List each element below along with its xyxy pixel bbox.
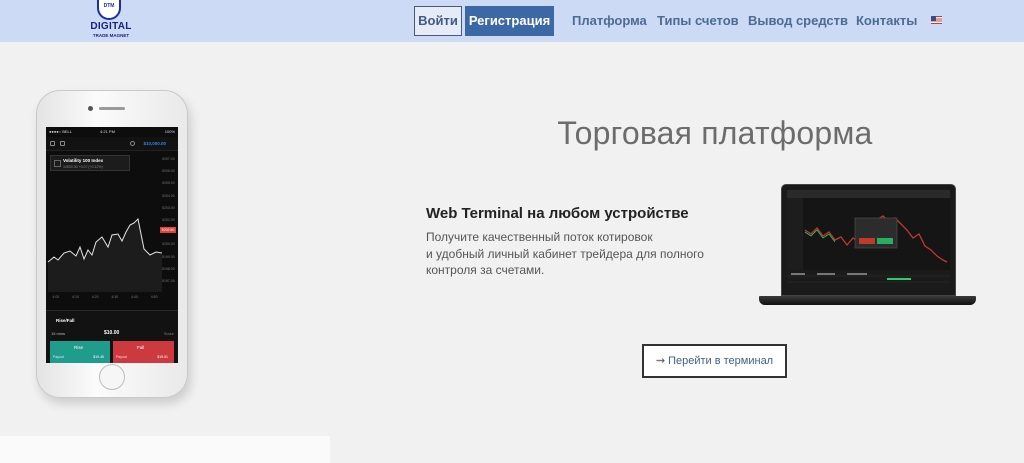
time-axis: 4:00 4:10 4:20 4:30 4:40 4:50 [46, 295, 164, 299]
fall-button: Fall Payout $19.51 [113, 341, 174, 363]
price-tick: 5206.00 [162, 169, 175, 174]
app-bar: $10,000.00 [46, 137, 178, 151]
logo-subtitle: TRADE MAGNET [92, 33, 130, 38]
fall-label: Fall [137, 345, 145, 350]
price-scale: 5207.00 5206.00 5205.00 5204.00 5203.00 … [162, 157, 176, 291]
asset-card: Volatility 100 Index 10500.30 +0.07 (+0.… [50, 155, 130, 171]
logo[interactable]: DTM DIGITAL TRADE MAGNET [86, 0, 136, 42]
account-balance: $10,000.00 [143, 141, 166, 146]
fall-payout-label: Payout [116, 355, 127, 359]
fall-payout-amount: $19.51 [157, 355, 168, 359]
description-line: Получите качественный поток котировок [426, 230, 653, 244]
price-chart [47, 217, 162, 292]
price-tick: 5197.00 [162, 278, 175, 283]
login-button[interactable]: Войти [414, 6, 462, 36]
asset-icon [54, 160, 61, 167]
price-tick: 5207.00 [162, 157, 175, 161]
price-tick: 5199.00 [162, 254, 175, 259]
description-line: контроля за счетами. [426, 263, 545, 277]
logo-title: DIGITAL [90, 21, 132, 32]
nav-account-types[interactable]: Типы счетов [657, 13, 739, 28]
logo-emblem: DTM [97, 0, 121, 20]
asset-quote: 10500.30 +0.07 (+0.12%) [63, 165, 103, 169]
terminal-screenshot [787, 190, 950, 291]
trade-stake-label: Stake [163, 331, 174, 336]
price-tick: 5200.00 [162, 242, 175, 247]
register-button[interactable]: Регистрация [465, 6, 554, 36]
rise-payout-amount: $19.45 [93, 355, 104, 359]
price-tick: 5203.00 [162, 205, 175, 210]
section-description: Получите качественный поток котировок и … [426, 229, 716, 279]
section-subtitle: Web Terminal на любом устройстве [426, 205, 689, 222]
price-tick: 5198.00 [162, 266, 175, 271]
nav-withdrawal[interactable]: Вывод средств [748, 13, 848, 28]
status-bar: ●●●●○ BELL 4:21 PM 100% [46, 127, 178, 136]
time-tick: 4:10 [72, 295, 79, 299]
nav-platform[interactable]: Платформа [572, 13, 647, 28]
menu-icon [50, 141, 55, 146]
chart-icon: ⇝ [655, 355, 666, 367]
asset-name: Volatility 100 Index [63, 158, 104, 163]
bell-icon [130, 141, 135, 146]
header: DTM DIGITAL TRADE MAGNET Войти Регистрац… [0, 0, 1024, 42]
home-button-icon [99, 364, 125, 390]
trade-type: Rise/Fall [56, 318, 75, 323]
status-time: 4:21 PM [100, 129, 115, 134]
speaker-icon [99, 107, 125, 110]
time-tick: 4:30 [111, 295, 119, 299]
current-price-tag: 5202.50 [160, 227, 176, 233]
description-line: и удобный личный кабинет трейдера для по… [426, 246, 704, 261]
bottom-band [0, 436, 330, 463]
open-terminal-button[interactable]: ⇝ Перейти в терминал [642, 344, 787, 378]
status-battery: 100% [164, 129, 175, 134]
trade-duration: 15 mins [51, 331, 66, 336]
price-tick: 5204.00 [162, 193, 175, 198]
rise-payout-label: Payout [53, 355, 64, 359]
laptop-mockup [781, 184, 956, 296]
trade-panel: Rise/Fall 15 mins $10.00 Stake Rise Payo… [46, 310, 178, 363]
nav-contacts[interactable]: Контакты [856, 13, 917, 28]
page-title: Торговая платформа [557, 115, 873, 151]
time-tick: 4:50 [150, 295, 158, 299]
trade-amount: $10.00 [104, 330, 120, 336]
time-tick: 4:20 [91, 295, 99, 299]
open-terminal-label: Перейти в терминал [668, 355, 774, 367]
logo-badge: DTM [103, 3, 115, 9]
rise-button: Rise Payout $19.45 [50, 341, 110, 363]
time-tick: 4:00 [52, 295, 60, 299]
laptop-base [759, 296, 976, 305]
camera-icon [88, 106, 93, 111]
laptop-screen [787, 190, 950, 291]
time-tick: 4:40 [131, 295, 138, 299]
phone-mockup: ●●●●○ BELL 4:21 PM 100% $10,000.00 Volat… [36, 90, 188, 398]
rise-label: Rise [74, 345, 84, 350]
price-tick: 5205.00 [162, 181, 175, 186]
cart-icon [60, 141, 65, 146]
us-flag-icon[interactable] [931, 16, 942, 24]
phone-screen: ●●●●○ BELL 4:21 PM 100% $10,000.00 Volat… [46, 127, 178, 363]
status-carrier: ●●●●○ BELL [49, 129, 72, 134]
